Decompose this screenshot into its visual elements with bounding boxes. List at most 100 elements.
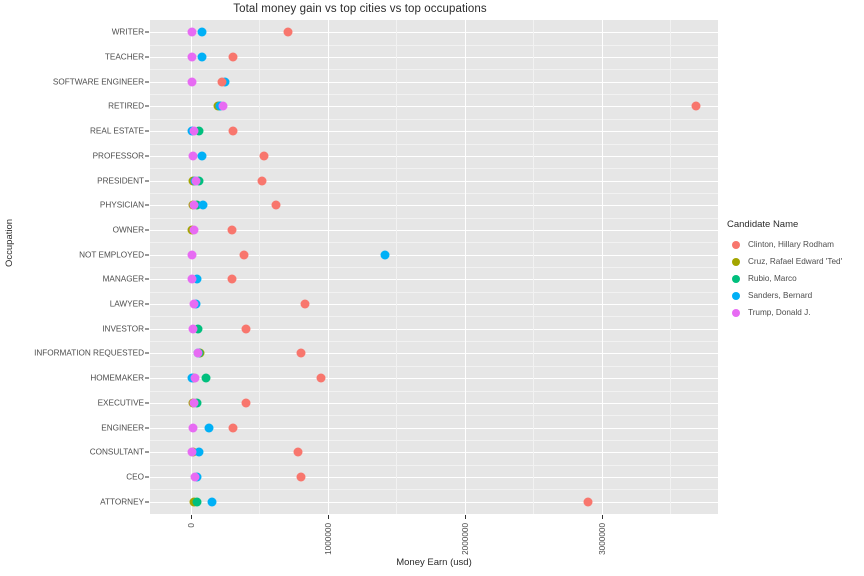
y-axis-tick-label: SOFTWARE ENGINEER — [52, 77, 144, 87]
y-axis-tick-label: NOT EMPLOYED — [79, 250, 144, 260]
gridline-horizontal — [150, 353, 718, 355]
gridline-horizontal-minor — [150, 44, 718, 46]
y-axis-tick-label: ENGINEER — [101, 423, 144, 433]
data-point — [187, 77, 197, 87]
gridline-horizontal-minor — [150, 316, 718, 318]
data-point — [189, 126, 199, 136]
chart-title: Total money gain vs top cities vs top oc… — [233, 3, 487, 15]
gridline-vertical-minor — [259, 20, 261, 514]
data-point — [241, 324, 251, 334]
gridline-horizontal-minor — [150, 464, 718, 466]
data-point — [283, 27, 293, 37]
gridline-horizontal-minor — [150, 390, 718, 392]
gridline-horizontal-minor — [150, 365, 718, 367]
data-point — [257, 176, 267, 186]
legend-item[interactable]: Trump, Donald J. — [727, 304, 842, 321]
gridline-horizontal — [150, 304, 718, 306]
gridline-horizontal — [150, 452, 718, 454]
data-point — [201, 373, 211, 383]
gridline-horizontal-minor — [150, 415, 718, 417]
data-point — [218, 101, 228, 111]
gridline-horizontal-minor — [150, 168, 718, 170]
gridline-vertical-minor — [396, 20, 398, 514]
legend-swatch-icon — [727, 270, 744, 287]
y-axis-tick-label: CONSULTANT — [89, 447, 144, 457]
gridline-horizontal — [150, 254, 718, 256]
gridline-horizontal-minor — [150, 217, 718, 219]
y-axis-tick-label: PHYSICIAN — [99, 200, 144, 210]
data-point — [271, 200, 281, 210]
gridline-horizontal-minor — [150, 94, 718, 96]
legend-items: Clinton, Hillary Rodham Cruz, Rafael Edwa… — [727, 236, 842, 321]
data-point — [228, 126, 238, 136]
data-point — [190, 472, 200, 482]
y-axis-tick-label: RETIRED — [108, 101, 144, 111]
legend-item-label: Sanders, Bernard — [748, 291, 813, 300]
data-point — [187, 27, 197, 37]
y-axis-tick-mark — [145, 31, 149, 33]
gridline-horizontal — [150, 81, 718, 83]
y-axis-tick-mark — [145, 278, 149, 280]
gridline-horizontal — [150, 378, 718, 380]
y-axis-tick-mark — [145, 402, 149, 404]
y-axis-tick-mark — [145, 56, 149, 58]
data-point — [189, 200, 199, 210]
x-axis-tick-label: 2000000 — [460, 523, 470, 555]
x-axis-tick-label: 3000000 — [597, 523, 607, 555]
y-axis-tick-mark — [145, 81, 149, 83]
y-axis-tick-labels: WRITER TEACHER SOFTWARE ENGINEER RETIRED REA… — [0, 20, 149, 514]
data-point — [296, 472, 306, 482]
x-axis-tick-label: 0 — [187, 523, 197, 528]
data-point — [239, 250, 249, 260]
y-axis-tick-label: INVESTOR — [102, 324, 144, 334]
y-axis-tick-mark — [145, 501, 149, 503]
data-point — [228, 423, 238, 433]
y-axis-tick-label: ATTORNEY — [100, 497, 144, 507]
gridline-horizontal — [150, 32, 718, 34]
x-axis-tick-mark — [327, 515, 329, 519]
y-axis-tick-mark — [145, 204, 149, 206]
gridline-horizontal — [150, 501, 718, 503]
gridline-horizontal-minor — [150, 267, 718, 268]
gridline-vertical — [464, 20, 466, 514]
legend-item-label: Trump, Donald J. — [748, 308, 811, 317]
gridline-vertical — [191, 20, 193, 514]
legend-item[interactable]: Cruz, Rafael Edward 'Ted' — [727, 253, 842, 270]
legend-title: Candidate Name — [727, 219, 799, 230]
legend-item-label: Rubio, Marco — [748, 274, 797, 283]
data-point — [583, 497, 593, 507]
data-point — [187, 52, 197, 62]
y-axis-tick-mark — [145, 130, 149, 132]
data-point — [197, 27, 207, 37]
y-axis-tick-mark — [145, 155, 149, 157]
data-point — [691, 101, 701, 111]
y-axis-tick-mark — [145, 180, 149, 182]
gridline-horizontal-minor — [150, 192, 718, 194]
data-point — [259, 151, 269, 161]
y-axis-tick-mark — [145, 105, 149, 107]
chart-root: Total money gain vs top cities vs top oc… — [0, 0, 864, 576]
data-point — [197, 52, 207, 62]
legend-item[interactable]: Rubio, Marco — [727, 270, 842, 287]
data-point — [380, 250, 390, 260]
plot-panel — [150, 20, 718, 514]
data-point — [188, 423, 198, 433]
y-axis-tick-label: MANAGER — [102, 274, 144, 284]
data-point — [192, 497, 202, 507]
x-axis-tick-mark — [464, 515, 466, 519]
legend-item[interactable]: Clinton, Hillary Rodham — [727, 236, 842, 253]
gridline-horizontal-minor — [150, 291, 718, 293]
data-point — [204, 423, 214, 433]
data-point — [197, 151, 207, 161]
gridline-horizontal — [150, 155, 718, 157]
data-point — [207, 497, 217, 507]
y-axis-tick-mark — [145, 476, 149, 478]
legend-item[interactable]: Sanders, Bernard — [727, 287, 842, 304]
legend-item-label: Clinton, Hillary Rodham — [748, 240, 835, 249]
gridline-horizontal — [150, 402, 718, 404]
legend-swatch-icon — [727, 236, 744, 253]
y-axis-tick-mark — [145, 451, 149, 453]
y-axis-tick-label: LAWYER — [109, 299, 144, 309]
legend-swatch-icon — [727, 287, 744, 304]
y-axis-tick-mark — [145, 303, 149, 305]
